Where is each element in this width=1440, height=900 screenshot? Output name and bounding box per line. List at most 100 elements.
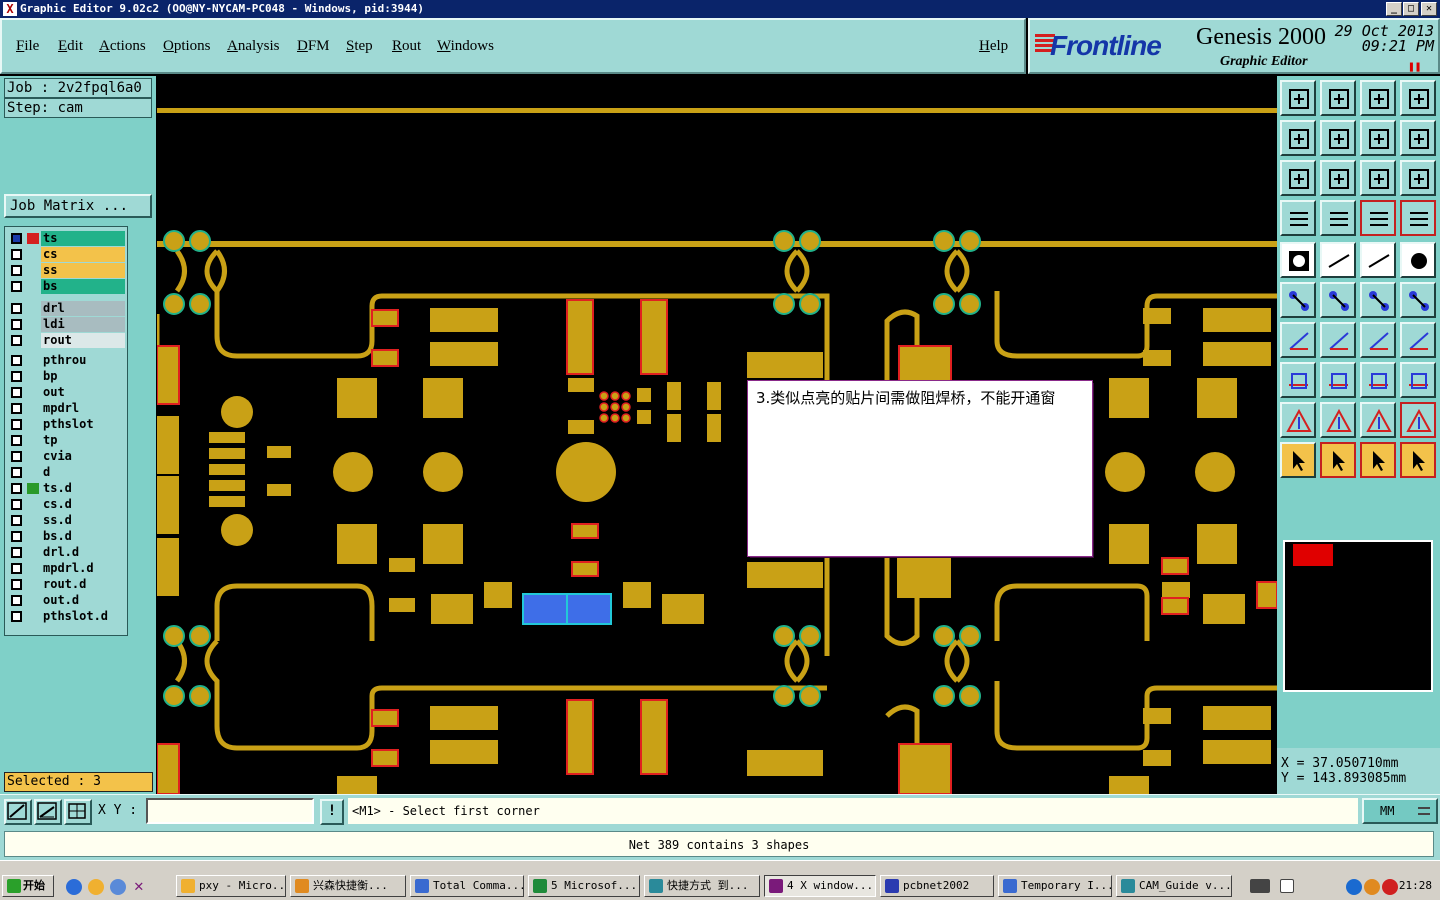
layer-row-ldi[interactable]: ldi bbox=[7, 317, 127, 332]
ie-icon[interactable] bbox=[66, 879, 82, 895]
layer-checkbox[interactable] bbox=[11, 355, 22, 366]
layer-row-pthslot[interactable]: pthslot bbox=[7, 417, 127, 432]
layer-checkbox[interactable] bbox=[11, 265, 22, 276]
net-icon[interactable] bbox=[1360, 200, 1396, 236]
layer-row-rout-d[interactable]: rout.d bbox=[7, 577, 127, 592]
layer-row-cvia[interactable]: cvia bbox=[7, 449, 127, 464]
menu-rout[interactable]: Rout bbox=[392, 38, 421, 55]
security-icon[interactable] bbox=[1382, 879, 1398, 895]
layer-checkbox[interactable] bbox=[11, 563, 22, 574]
layer-checkbox[interactable] bbox=[11, 233, 22, 244]
layer-checkbox[interactable] bbox=[11, 483, 22, 494]
triangle-2-icon[interactable] bbox=[1320, 402, 1356, 438]
layer-row-pthslot-d[interactable]: pthslot.d bbox=[7, 609, 127, 624]
overview-minimap[interactable] bbox=[1283, 540, 1433, 692]
minimap-viewport[interactable] bbox=[1293, 544, 1333, 566]
connect-icon[interactable] bbox=[1280, 282, 1316, 318]
layer-checkbox[interactable] bbox=[11, 595, 22, 606]
transform-icon[interactable] bbox=[1280, 362, 1316, 398]
split-view-icon[interactable] bbox=[1400, 80, 1436, 116]
graphic-canvas[interactable] bbox=[157, 76, 1277, 794]
layer-checkbox[interactable] bbox=[11, 281, 22, 292]
zoom-area-icon[interactable] bbox=[4, 799, 32, 825]
units-select[interactable]: MM bbox=[1362, 798, 1438, 824]
move-down-icon[interactable] bbox=[1320, 80, 1356, 116]
filter-icon[interactable] bbox=[1280, 200, 1316, 236]
maximize-icon[interactable]: □ bbox=[1403, 2, 1419, 16]
pad-icon[interactable] bbox=[1280, 242, 1316, 278]
layer-checkbox[interactable] bbox=[11, 499, 22, 510]
layer-checkbox[interactable] bbox=[11, 319, 22, 330]
taskbar-task-3[interactable]: Total Comma... bbox=[410, 875, 524, 897]
job-matrix-button[interactable]: Job Matrix ... bbox=[4, 194, 152, 218]
triangle-3-icon[interactable] bbox=[1360, 402, 1396, 438]
pause-icon[interactable]: ❚❚ bbox=[1408, 60, 1421, 73]
layer-checkbox[interactable] bbox=[11, 249, 22, 260]
minimize-icon[interactable]: _ bbox=[1386, 2, 1402, 16]
layer-checkbox[interactable] bbox=[11, 547, 22, 558]
menu-step[interactable]: Step bbox=[346, 38, 373, 55]
layer-row-bp[interactable]: bp bbox=[7, 369, 127, 384]
taskbar-task-7[interactable]: pcbnet2002 bbox=[880, 875, 994, 897]
qq-icon[interactable] bbox=[1364, 879, 1380, 895]
close-icon[interactable]: ✕ bbox=[1421, 2, 1437, 16]
x-window-icon[interactable]: ✕ bbox=[134, 878, 150, 895]
ruler-icon[interactable] bbox=[1360, 242, 1396, 278]
menu-help[interactable]: Help bbox=[979, 38, 1008, 55]
warning-icon[interactable]: ! bbox=[320, 799, 344, 825]
menu-edit[interactable]: Edit bbox=[58, 38, 83, 55]
xy-input[interactable] bbox=[146, 798, 314, 824]
layer-row-drl[interactable]: drl bbox=[7, 301, 127, 316]
select-box-2-icon[interactable] bbox=[1360, 442, 1396, 478]
layer-row-ss[interactable]: ss bbox=[7, 263, 127, 278]
menu-file[interactable]: File bbox=[16, 38, 39, 55]
layer-checkbox[interactable] bbox=[11, 335, 22, 346]
menu-actions[interactable]: Actions bbox=[99, 38, 146, 55]
layer-row-rout[interactable]: rout bbox=[7, 333, 127, 348]
layer-checkbox[interactable] bbox=[11, 579, 22, 590]
layer-checkbox[interactable] bbox=[11, 611, 22, 622]
layer-checkbox[interactable] bbox=[11, 435, 22, 446]
taskbar-task-6[interactable]: 4 X window... bbox=[764, 875, 876, 897]
query-icon[interactable] bbox=[1400, 160, 1436, 196]
layer-checkbox[interactable] bbox=[11, 371, 22, 382]
taskbar-task-5[interactable]: 快捷方式 到... bbox=[644, 875, 760, 897]
app-icon[interactable] bbox=[110, 879, 126, 895]
layer-row-bs-d[interactable]: bs.d bbox=[7, 529, 127, 544]
grid-icon[interactable] bbox=[1320, 200, 1356, 236]
resize-icon[interactable] bbox=[1360, 362, 1396, 398]
cross-icon[interactable] bbox=[1320, 282, 1356, 318]
layer-row-mpdrl[interactable]: mpdrl bbox=[7, 401, 127, 416]
move-feature-2-icon[interactable] bbox=[1400, 282, 1436, 318]
layer-row-d[interactable]: d bbox=[7, 465, 127, 480]
flip-icon[interactable] bbox=[1400, 322, 1436, 358]
layer-row-ts[interactable]: ts bbox=[7, 231, 127, 246]
layer-checkbox[interactable] bbox=[11, 403, 22, 414]
move-feature-icon[interactable] bbox=[1360, 282, 1396, 318]
polygon-icon[interactable] bbox=[1320, 242, 1356, 278]
scale-1-2-icon[interactable] bbox=[1360, 160, 1396, 196]
taskbar-task-8[interactable]: Temporary I... bbox=[998, 875, 1112, 897]
layer-checkbox[interactable] bbox=[11, 467, 22, 478]
dot-icon[interactable] bbox=[1400, 242, 1436, 278]
copy-icon[interactable] bbox=[1400, 362, 1436, 398]
triangle-4-icon[interactable] bbox=[1400, 402, 1436, 438]
layer-row-ts-d[interactable]: ts.d bbox=[7, 481, 127, 496]
layer-checkbox[interactable] bbox=[11, 419, 22, 430]
layer-checkbox[interactable] bbox=[11, 515, 22, 526]
layer-row-bs[interactable]: bs bbox=[7, 279, 127, 294]
taskbar-task-4[interactable]: 5 Microsof... bbox=[528, 875, 640, 897]
net-select-icon[interactable] bbox=[1400, 200, 1436, 236]
layer-checkbox[interactable] bbox=[11, 387, 22, 398]
menu-windows[interactable]: Windows bbox=[437, 38, 494, 55]
layer-row-tp[interactable]: tp bbox=[7, 433, 127, 448]
pan-left-icon[interactable] bbox=[1280, 120, 1316, 156]
network-icon[interactable] bbox=[1346, 879, 1362, 895]
select-pointer-icon[interactable] bbox=[1280, 442, 1316, 478]
layer-row-mpdrl-d[interactable]: mpdrl.d bbox=[7, 561, 127, 576]
line-icon[interactable] bbox=[1320, 322, 1356, 358]
home-icon[interactable] bbox=[1360, 80, 1396, 116]
grid-snap-icon[interactable] bbox=[64, 799, 92, 825]
select-box-icon[interactable] bbox=[1320, 442, 1356, 478]
layer-row-cs-d[interactable]: cs.d bbox=[7, 497, 127, 512]
